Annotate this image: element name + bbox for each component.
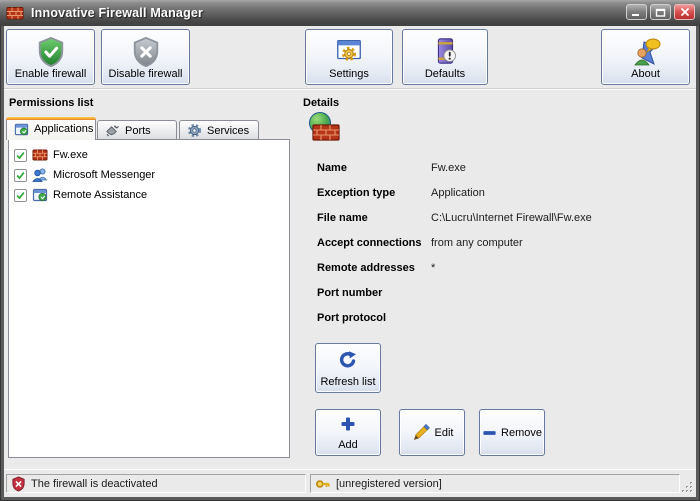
settings-window-gear-icon [333,36,365,66]
firewall-globe-brick-icon [305,110,341,146]
about-label: About [631,68,660,80]
detail-label-exception-type: Exception type [317,187,395,199]
plus-icon [340,416,356,432]
tab-services[interactable]: Services [179,120,259,140]
titlebar[interactable]: Innovative Firewall Manager [0,0,700,26]
plug-icon [105,123,120,138]
key-icon [315,476,331,492]
refresh-icon [338,350,358,370]
list-item-label: Microsoft Messenger [53,169,155,181]
gear-icon [187,123,202,138]
detail-label-accept-connections: Accept connections [317,237,422,249]
defaults-label: Defaults [425,68,465,80]
enable-firewall-button[interactable]: Enable firewall [6,29,95,85]
defaults-book-icon [430,36,460,66]
minimize-icon [631,8,642,17]
list-item-fw-exe[interactable]: Fw.exe [9,145,289,165]
detail-label-remote-addresses: Remote addresses [317,262,415,274]
status-panel-firewall: The firewall is deactivated [6,474,306,493]
maximize-icon [655,8,666,17]
permissions-list[interactable]: Fw.exe Microsoft Messenger [8,139,290,458]
firewall-brick-icon [32,147,48,163]
active-tab-accent [6,117,96,120]
detail-value-accept-connections: from any computer [431,237,523,249]
checkbox-checked[interactable] [14,169,27,182]
checkbox-checked[interactable] [14,149,27,162]
tab-applications-label: Applications [34,123,93,135]
status-text: The firewall is deactivated [31,478,158,490]
version-text: [unregistered version] [336,478,442,490]
detail-value-file-name: C:\Lucru\Internet Firewall\Fw.exe [431,212,592,224]
window-title: Innovative Firewall Manager [31,6,203,20]
application-window-icon [32,187,48,203]
about-person-icon [630,36,662,68]
list-item-microsoft-messenger[interactable]: Microsoft Messenger [9,165,289,185]
tab-services-label: Services [207,125,249,137]
list-item-label: Remote Assistance [53,189,147,201]
minimize-button[interactable] [626,4,647,20]
status-panel-version: [unregistered version] [310,474,680,493]
list-item-label: Fw.exe [53,149,88,161]
detail-value-exception-type: Application [431,187,485,199]
refresh-list-label: Refresh list [320,376,375,388]
close-icon [680,7,690,17]
refresh-list-button[interactable]: Refresh list [315,343,381,393]
add-label: Add [338,439,358,451]
tab-ports-label: Ports [125,125,151,137]
details-heading: Details [303,97,339,109]
edit-button[interactable]: Edit [399,409,465,456]
disable-firewall-label: Disable firewall [109,68,183,80]
remove-label: Remove [501,427,542,439]
red-shield-x-icon [11,476,26,492]
permissions-heading: Permissions list [9,97,93,109]
edit-label: Edit [435,427,454,439]
shield-check-icon [36,36,66,68]
remove-button[interactable]: Remove [479,409,545,456]
maximize-button[interactable] [650,4,671,20]
detail-value-name: Fw.exe [431,162,466,174]
settings-button[interactable]: Settings [305,29,393,85]
detail-label-file-name: File name [317,212,368,224]
detail-label-port-protocol: Port protocol [317,312,386,324]
add-button[interactable]: Add [315,409,381,456]
resize-grip[interactable] [681,481,694,494]
application-window-icon [14,122,29,137]
detail-value-remote-addresses: * [431,262,435,274]
detail-label-name: Name [317,162,347,174]
tab-ports[interactable]: Ports [97,120,177,140]
client-area: Enable firewall Disable firewall [4,26,696,497]
shield-x-icon [131,36,161,68]
tab-applications[interactable]: Applications [6,117,96,140]
about-button[interactable]: About [601,29,690,85]
app-firewall-icon [6,4,24,22]
disable-firewall-button[interactable]: Disable firewall [101,29,190,85]
defaults-button[interactable]: Defaults [402,29,488,85]
enable-firewall-label: Enable firewall [15,68,87,80]
settings-label: Settings [329,68,369,80]
pencil-icon [411,423,431,443]
app-window: Innovative Firewall Manager Enable [0,0,700,501]
messenger-people-icon [32,167,48,183]
checkbox-checked[interactable] [14,189,27,202]
list-item-remote-assistance[interactable]: Remote Assistance [9,185,289,205]
close-button[interactable] [674,4,695,20]
minus-icon [482,425,497,441]
statusbar: The firewall is deactivated [unregistere… [4,469,696,497]
toolbar: Enable firewall Disable firewall [4,26,696,89]
detail-label-port-number: Port number [317,287,382,299]
